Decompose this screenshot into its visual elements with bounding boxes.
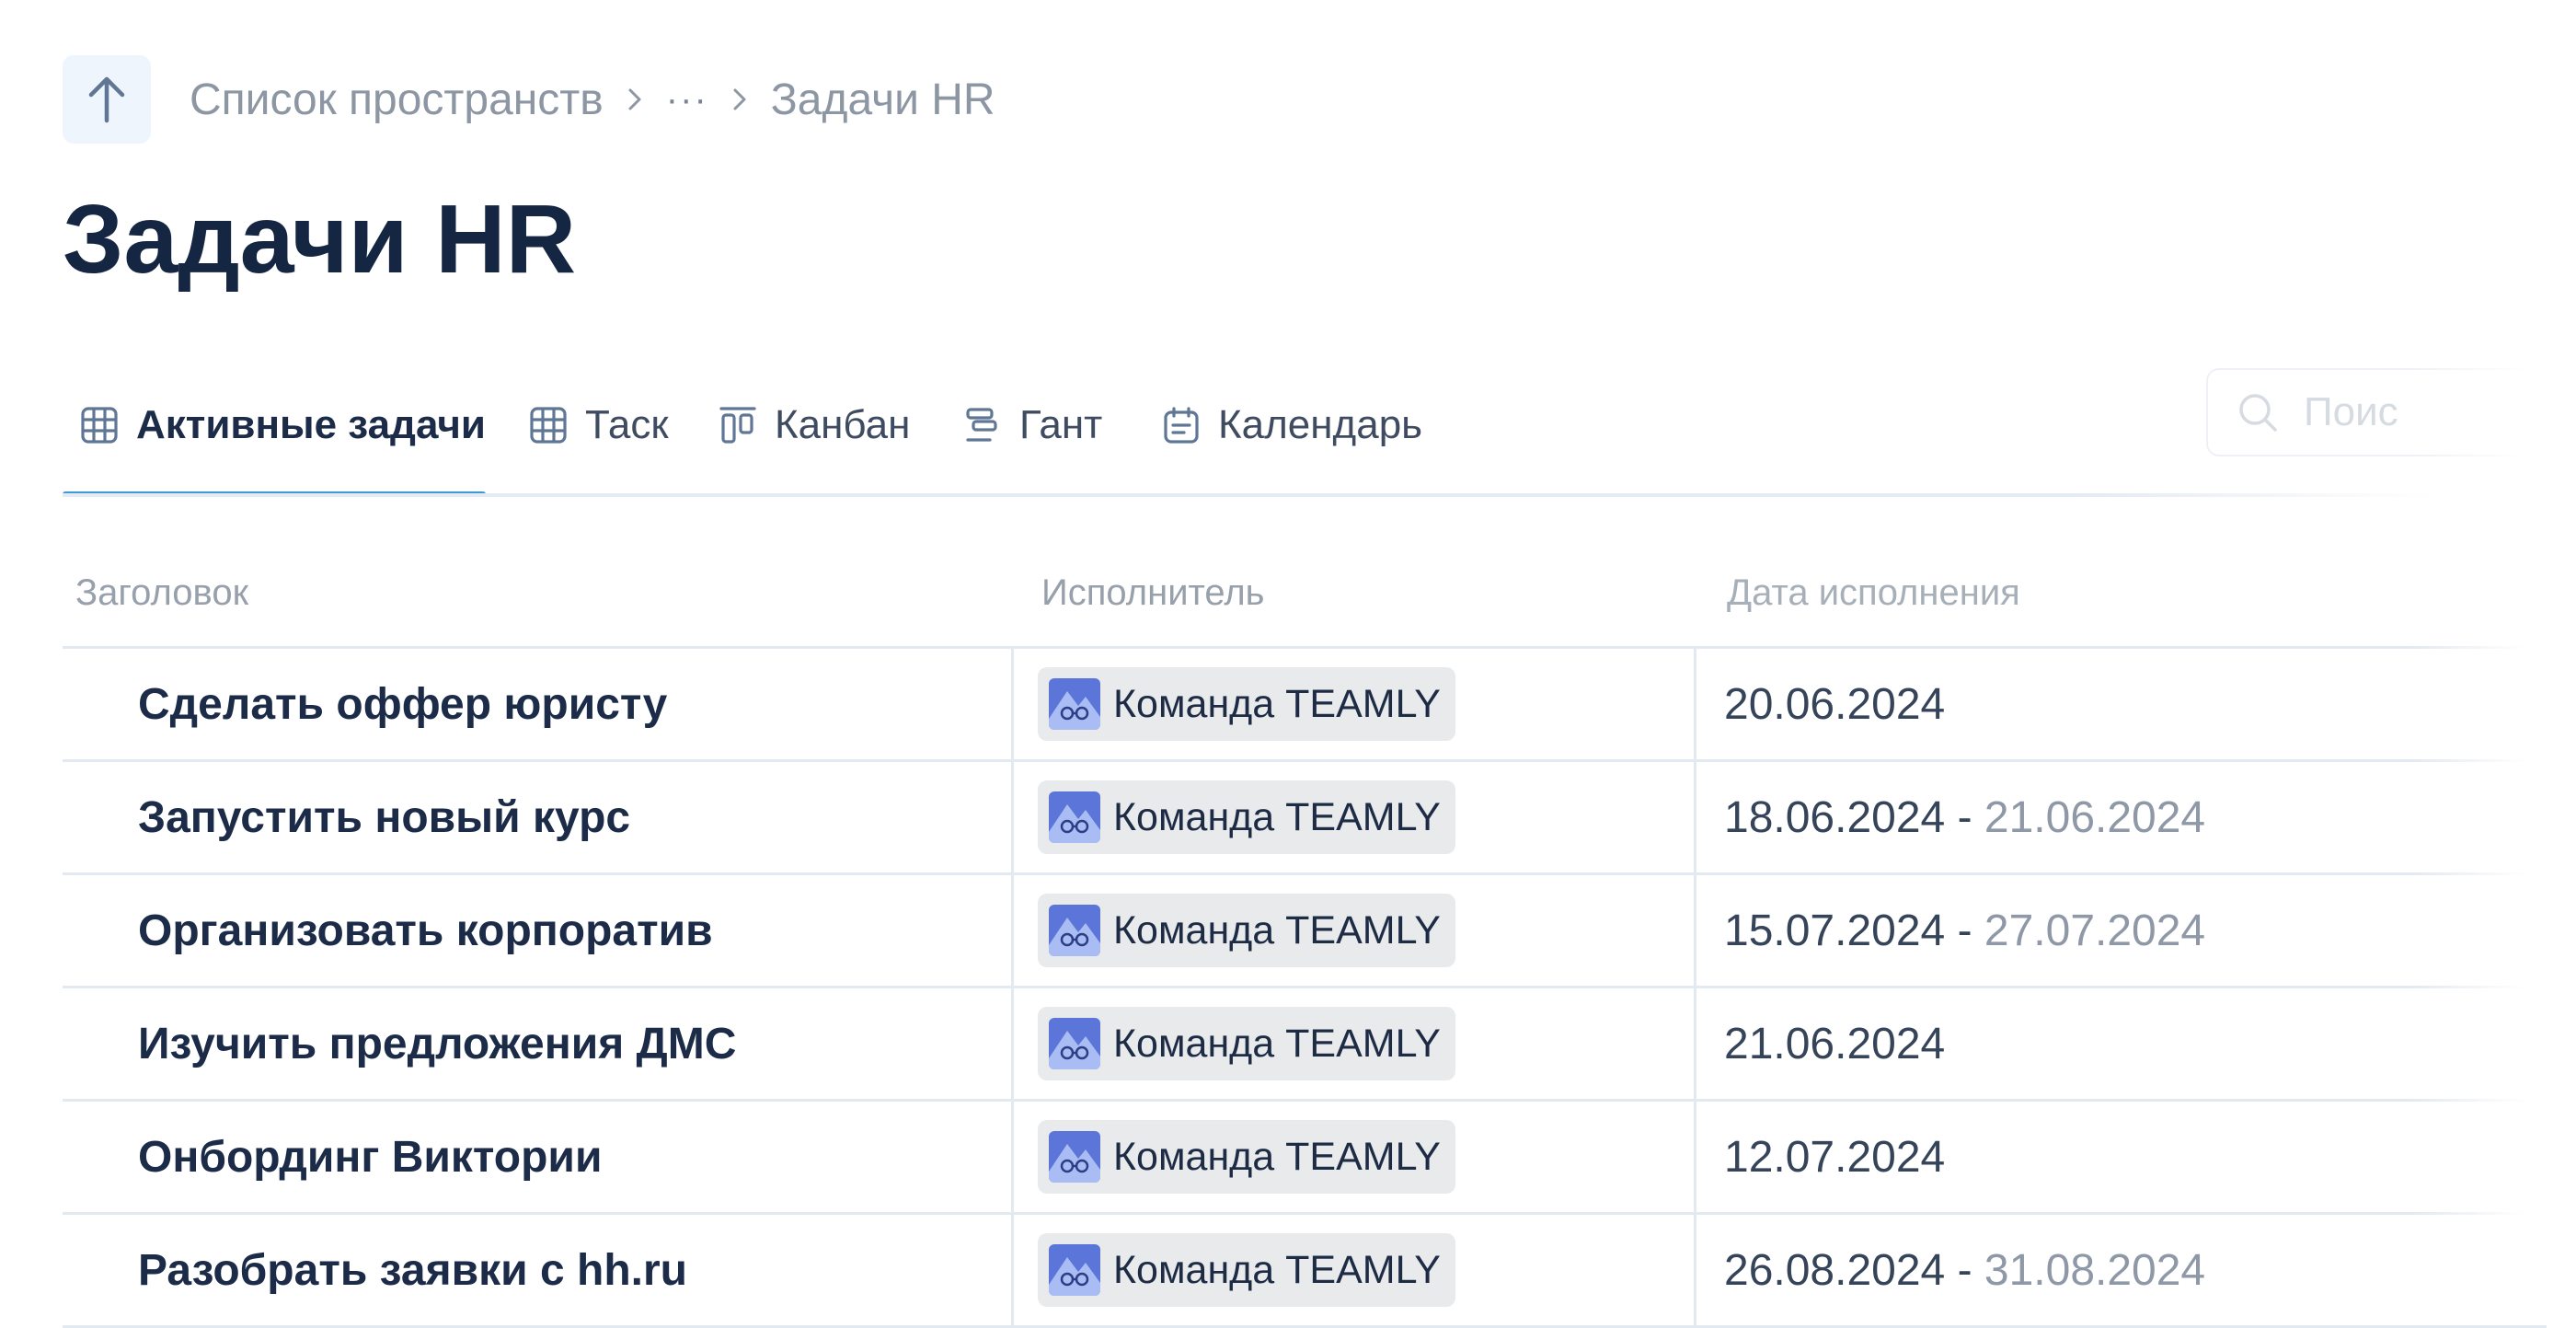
- assignee-cell: Команда TEAMLY: [1014, 875, 1696, 986]
- team-avatar-icon: [1049, 1131, 1100, 1183]
- assignee-cell: Команда TEAMLY: [1014, 1215, 1696, 1325]
- column-header-due-date[interactable]: Дата исполнения: [1701, 572, 2529, 614]
- date-start: 18.06.2024: [1724, 792, 1946, 842]
- assignee-chip[interactable]: Команда TEAMLY: [1038, 667, 1455, 741]
- assignee-name: Команда TEAMLY: [1113, 681, 1441, 726]
- task-title[interactable]: Разобрать заявки с hh.ru: [63, 1215, 1014, 1325]
- navigate-up-button[interactable]: [63, 55, 151, 144]
- task-title[interactable]: Онбординг Виктории: [63, 1102, 1014, 1212]
- team-avatar-icon: [1049, 678, 1100, 730]
- assignee-chip[interactable]: Команда TEAMLY: [1038, 894, 1455, 967]
- due-date: 18.06.2024 - 21.06.2024: [1696, 762, 2524, 872]
- date-end: 27.07.2024: [1984, 906, 2206, 955]
- date-separator: -: [1945, 906, 1984, 955]
- date-start: 12.07.2024: [1724, 1132, 1946, 1182]
- tab-label: Календарь: [1218, 402, 1423, 447]
- date-separator: -: [1945, 792, 1984, 842]
- due-date: 15.07.2024 - 27.07.2024: [1696, 875, 2524, 986]
- chevron-right-icon: [627, 87, 642, 112]
- assignee-chip[interactable]: Команда TEAMLY: [1038, 780, 1455, 854]
- team-avatar-icon: [1049, 905, 1100, 956]
- table-row[interactable]: Сделать оффер юристу Команда TEAMLY 20.0…: [63, 649, 2547, 762]
- arrow-up-icon: [86, 75, 128, 124]
- breadcrumb-spaces-link[interactable]: Список пространств: [190, 75, 604, 125]
- tabs-divider: [63, 493, 2436, 497]
- date-start: 26.08.2024: [1724, 1245, 1946, 1295]
- team-avatar-icon: [1049, 1018, 1100, 1069]
- column-header-title[interactable]: Заголовок: [63, 572, 1016, 614]
- table-header: Заголовок Исполнитель Дата исполнения: [63, 539, 2547, 649]
- due-date: 21.06.2024: [1696, 988, 2524, 1099]
- tab-label: Активные задачи: [136, 402, 486, 447]
- tab-kanban[interactable]: Канбан: [718, 387, 910, 464]
- assignee-cell: Команда TEAMLY: [1014, 988, 1696, 1099]
- date-separator: -: [1945, 1245, 1984, 1295]
- table-row[interactable]: Запустить новый курс Команда TEAMLY 18.0…: [63, 762, 2547, 875]
- date-start: 20.06.2024: [1724, 679, 1946, 729]
- tab-label: Канбан: [775, 402, 911, 447]
- search-placeholder: Поис: [2304, 389, 2398, 434]
- table-row[interactable]: Изучить предложения ДМС Команда TEAMLY 2…: [63, 988, 2547, 1102]
- assignee-name: Команда TEAMLY: [1113, 1134, 1441, 1179]
- column-header-assignee[interactable]: Исполнитель: [1016, 572, 1701, 614]
- breadcrumb-ellipsis[interactable]: ···: [666, 79, 708, 121]
- tab-gantt[interactable]: Гант: [962, 387, 1102, 464]
- date-end: 31.08.2024: [1984, 1245, 2206, 1295]
- tab-label: Гант: [1019, 402, 1103, 447]
- assignee-name: Команда TEAMLY: [1113, 794, 1441, 839]
- kanban-icon: [718, 405, 758, 445]
- view-tabs: Активные задачи Таск Канбан Гант Календа…: [63, 375, 2436, 497]
- due-date: 12.07.2024: [1696, 1102, 2524, 1212]
- table-row[interactable]: Разобрать заявки с hh.ru Команда TEAMLY …: [63, 1215, 2547, 1328]
- search-input[interactable]: Поис: [2206, 368, 2576, 456]
- assignee-cell: Команда TEAMLY: [1014, 1102, 1696, 1212]
- tab-calendar[interactable]: Календарь: [1161, 387, 1422, 464]
- date-start: 15.07.2024: [1724, 906, 1946, 955]
- calendar-icon: [1161, 405, 1202, 445]
- table-row[interactable]: Организовать корпоратив Команда TEAMLY 1…: [63, 875, 2547, 988]
- assignee-chip[interactable]: Команда TEAMLY: [1038, 1233, 1455, 1307]
- tasks-table: Заголовок Исполнитель Дата исполнения Сд…: [63, 539, 2547, 1328]
- page-title: Задачи HR: [63, 185, 577, 294]
- gantt-icon: [962, 405, 1003, 445]
- due-date: 20.06.2024: [1696, 649, 2524, 759]
- tab-label: Таск: [585, 402, 669, 447]
- assignee-chip[interactable]: Команда TEAMLY: [1038, 1007, 1455, 1080]
- assignee-chip[interactable]: Команда TEAMLY: [1038, 1120, 1455, 1194]
- chevron-right-icon: [732, 87, 747, 112]
- date-start: 21.06.2024: [1724, 1019, 1946, 1068]
- assignee-name: Команда TEAMLY: [1113, 1021, 1441, 1066]
- tab-task[interactable]: Таск: [528, 387, 669, 464]
- due-date: 26.08.2024 - 31.08.2024: [1696, 1215, 2524, 1325]
- table-row[interactable]: Онбординг Виктории Команда TEAMLY 12.07.…: [63, 1102, 2547, 1215]
- date-end: 21.06.2024: [1984, 792, 2206, 842]
- task-title[interactable]: Запустить новый курс: [63, 762, 1014, 872]
- team-avatar-icon: [1049, 791, 1100, 843]
- breadcrumb-current[interactable]: Задачи HR: [771, 75, 995, 125]
- assignee-cell: Команда TEAMLY: [1014, 649, 1696, 759]
- assignee-name: Команда TEAMLY: [1113, 1247, 1441, 1292]
- table-grid-icon: [79, 405, 120, 445]
- table-grid-icon: [528, 405, 569, 445]
- tab-active-tasks[interactable]: Активные задачи: [79, 387, 486, 464]
- breadcrumb: Список пространств ··· Задачи HR: [190, 70, 995, 129]
- task-title[interactable]: Организовать корпоратив: [63, 875, 1014, 986]
- task-title[interactable]: Сделать оффер юристу: [63, 649, 1014, 759]
- assignee-cell: Команда TEAMLY: [1014, 762, 1696, 872]
- assignee-name: Команда TEAMLY: [1113, 907, 1441, 953]
- search-icon: [2236, 390, 2280, 434]
- task-title[interactable]: Изучить предложения ДМС: [63, 988, 1014, 1099]
